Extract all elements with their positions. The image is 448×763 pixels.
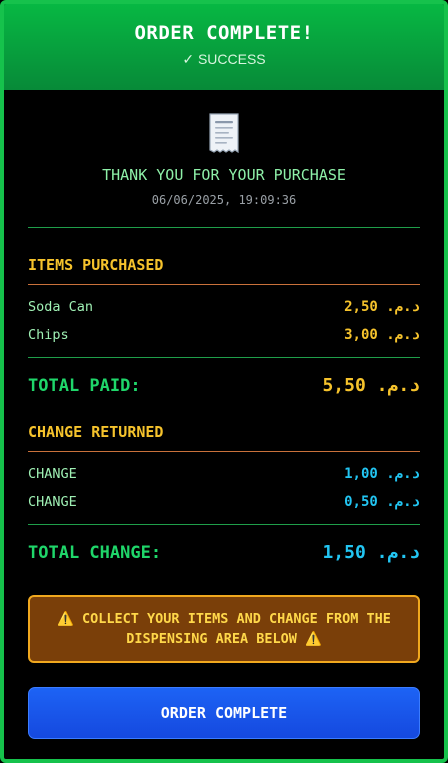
item-name: Soda Can — [28, 299, 94, 315]
change-label: CHANGE — [28, 494, 77, 510]
total-paid-label: TOTAL PAID: — [28, 375, 141, 396]
divider — [28, 227, 420, 228]
total-change-row: TOTAL CHANGE: د.م. 1,50 — [28, 525, 420, 580]
receipt-icon — [209, 113, 239, 154]
collect-items-notice: ⚠️ COLLECT YOUR ITEMS AND CHANGE FROM TH… — [28, 595, 420, 663]
change-section-title: CHANGE RETURNED — [28, 423, 164, 441]
items-section-title: ITEMS PURCHASED — [28, 256, 164, 274]
thank-you-message: THANK YOU FOR YOUR PURCHASE — [102, 166, 346, 184]
order-timestamp: 06/06/2025, 19:09:36 — [151, 193, 297, 207]
total-change-amount: د.م. 1,50 — [322, 542, 420, 563]
change-amount: د.م. 1,00 — [344, 466, 420, 482]
change-amount: د.م. 0,50 — [344, 494, 420, 510]
change-list: CHANGE د.م. 1,00 CHANGE د.م. 0,50 — [28, 460, 420, 516]
order-complete-button[interactable]: ORDER COMPLETE — [28, 687, 420, 739]
dialog-header: ORDER COMPLETE! ✓ SUCCESS — [4, 4, 444, 90]
dialog-title: ORDER COMPLETE! — [134, 22, 314, 44]
total-change-label: TOTAL CHANGE: — [28, 542, 162, 563]
items-list: Soda Can د.م. 2,50 Chips د.م. 3,00 — [28, 293, 420, 349]
list-item: CHANGE د.م. 1,00 — [28, 460, 420, 488]
total-paid-amount: د.م. 5,50 — [322, 375, 420, 396]
success-status: ✓ SUCCESS — [182, 51, 266, 67]
list-item: Chips د.م. 3,00 — [28, 321, 420, 349]
divider — [28, 451, 420, 452]
divider — [28, 284, 420, 285]
order-complete-dialog: ORDER COMPLETE! ✓ SUCCESS THANK YOU FOR … — [0, 0, 448, 763]
total-paid-row: TOTAL PAID: د.م. 5,50 — [28, 358, 420, 413]
item-price: د.م. 2,50 — [344, 299, 420, 315]
list-item: CHANGE د.م. 0,50 — [28, 488, 420, 516]
change-label: CHANGE — [28, 466, 77, 482]
notice-text: ⚠️ COLLECT YOUR ITEMS AND CHANGE FROM TH… — [57, 611, 391, 647]
list-item: Soda Can د.م. 2,50 — [28, 293, 420, 321]
item-price: د.م. 3,00 — [344, 327, 420, 343]
item-name: Chips — [28, 327, 69, 343]
receipt-content: THANK YOU FOR YOUR PURCHASE 06/06/2025, … — [4, 112, 444, 739]
